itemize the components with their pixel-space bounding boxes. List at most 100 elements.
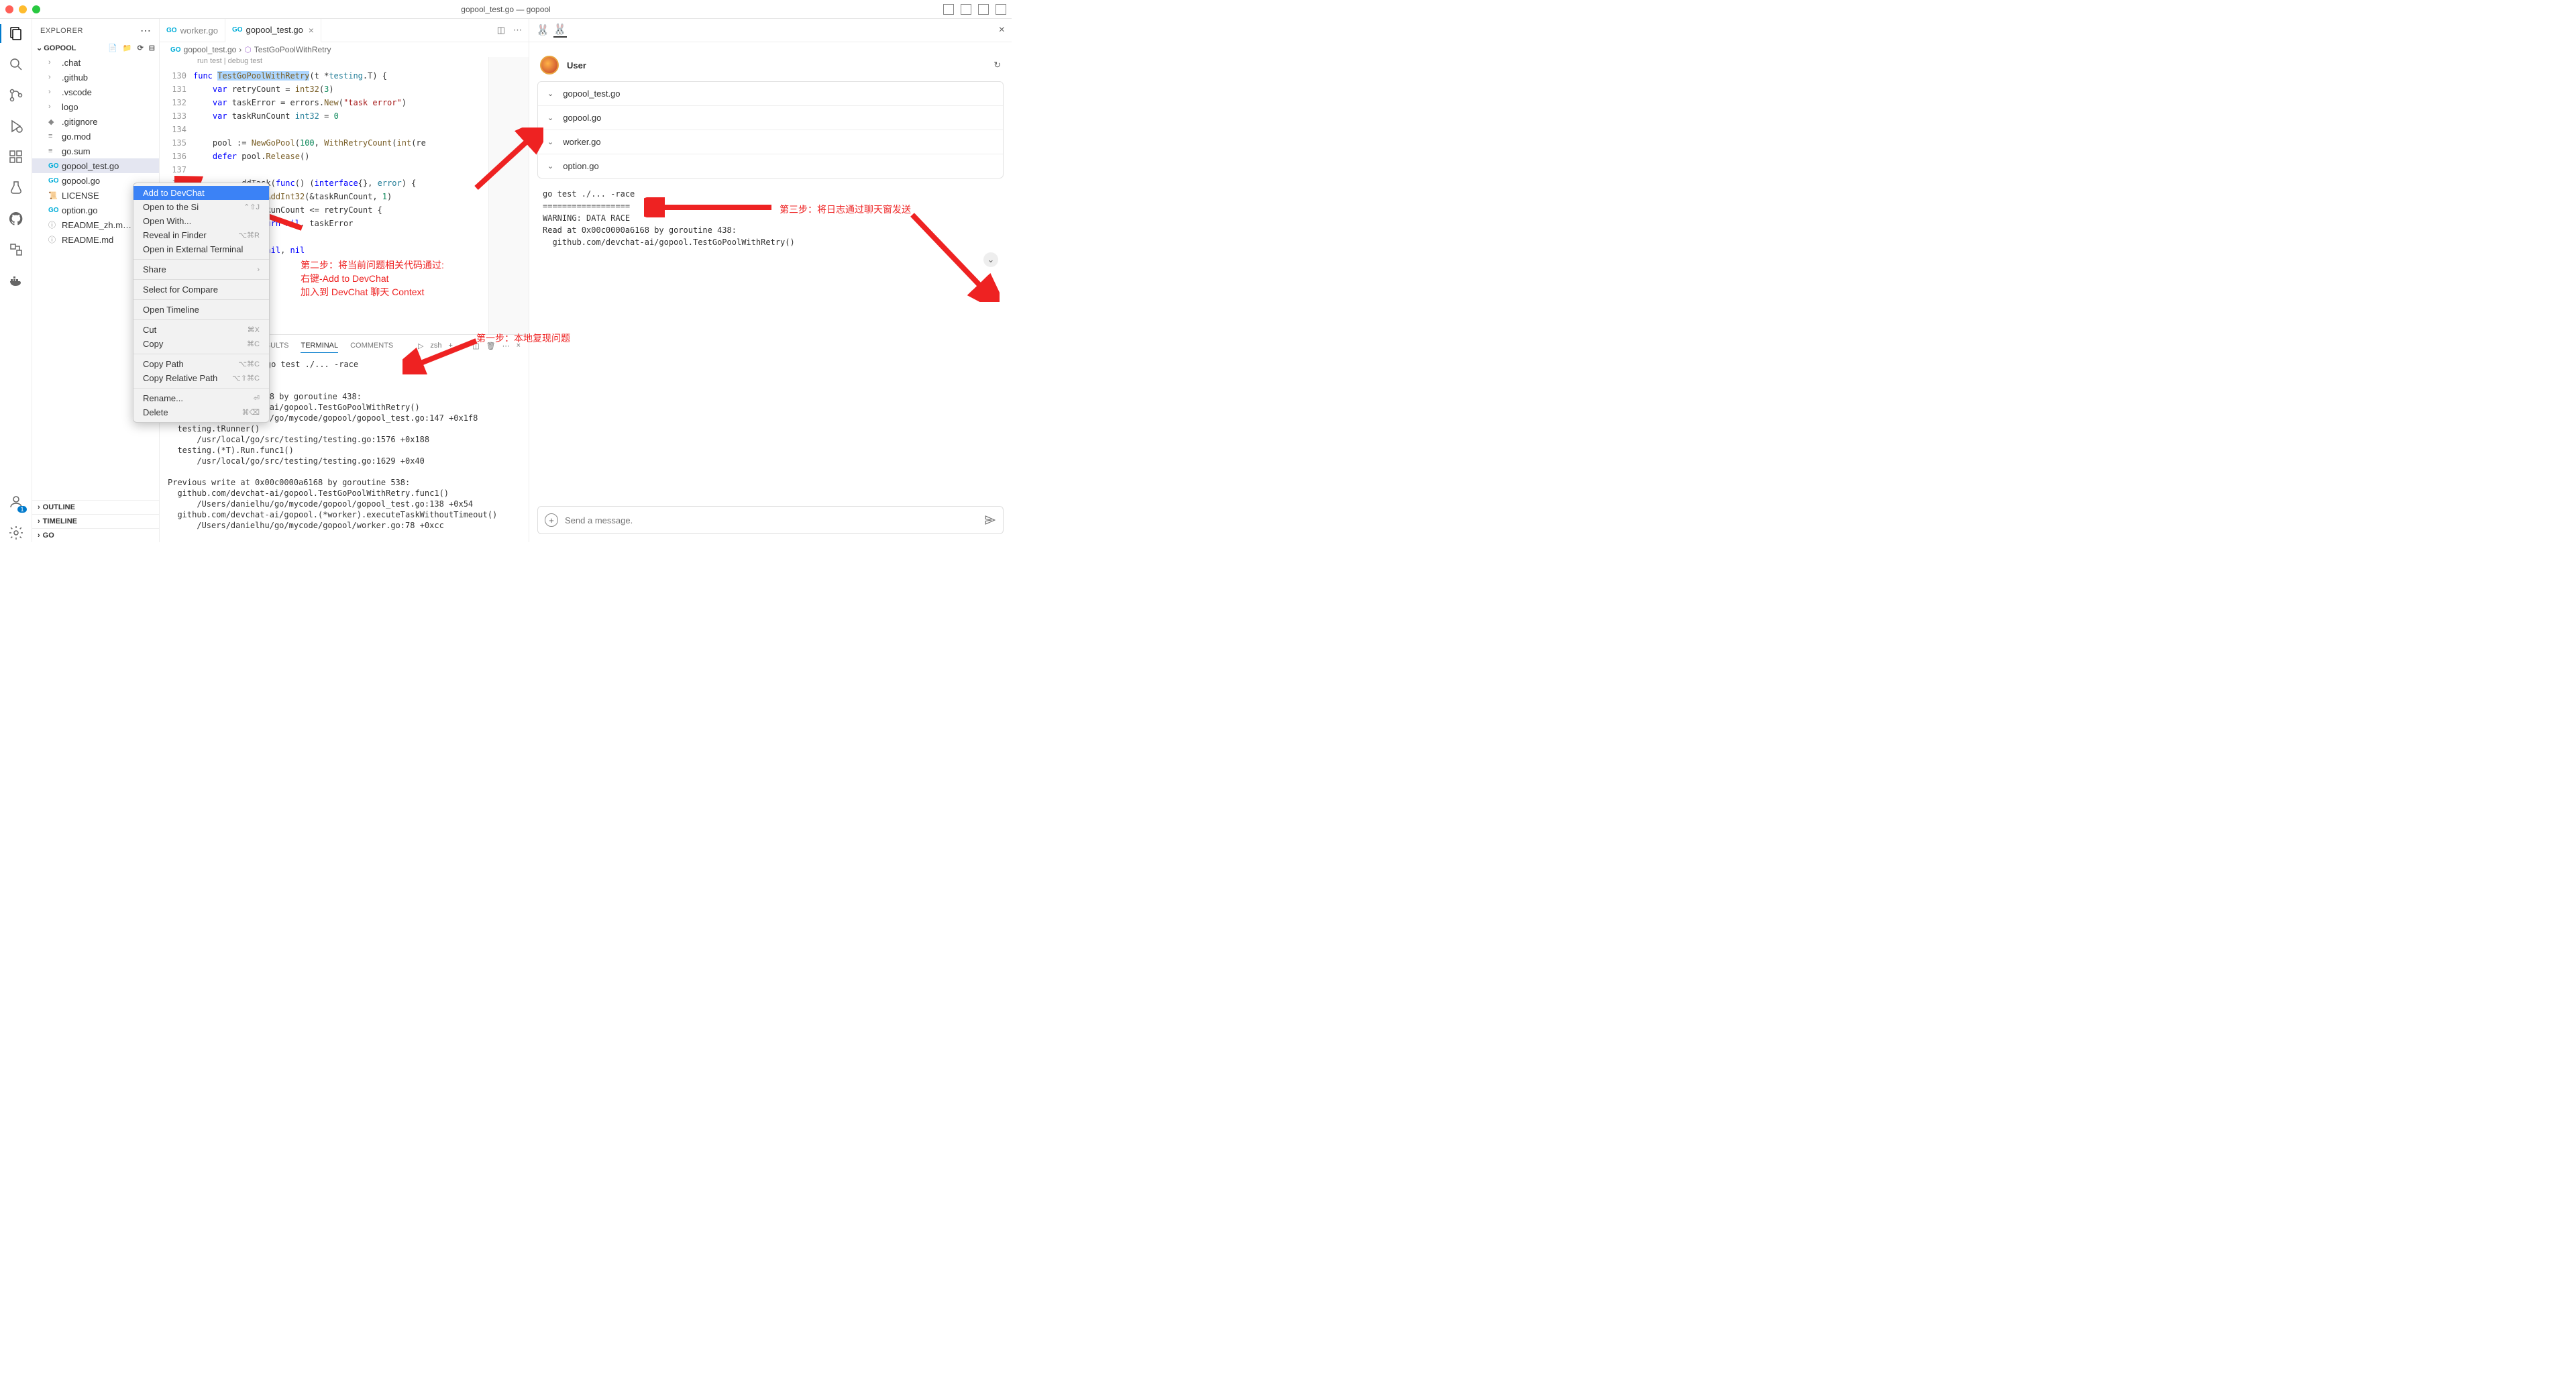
chat-panel: 🐰 🐰 × User ↻ ⌄gopool_test.go⌄gopool.go⌄w… [529,19,1012,542]
send-icon[interactable] [984,514,996,526]
tree-item[interactable]: ≡go.sum [32,144,159,158]
go-icon: GO [232,26,243,34]
tree-item[interactable]: ◆.gitignore [32,114,159,129]
context-file-item[interactable]: ⌄worker.go [538,130,1003,154]
traffic-lights [5,5,40,13]
terminal-split-icon[interactable]: ◫ [472,342,479,350]
context-menu-item[interactable]: Delete⌘⌫ [133,405,269,419]
titlebar: gopool_test.go — gopool [0,0,1012,19]
activity-remote-icon[interactable] [7,240,25,259]
chevron-down-icon: ⌄ [36,44,42,52]
context-menu-item[interactable]: Open Timeline [133,303,269,317]
outline-section[interactable]: ›OUTLINE [32,500,159,514]
tree-item[interactable]: ›logo [32,99,159,114]
context-menu-item[interactable]: Copy Path⌥⌘C [133,357,269,371]
tab-close-icon[interactable]: × [309,25,314,36]
chat-input-field[interactable] [565,515,984,525]
chat-header: 🐰 🐰 × [529,19,1012,42]
editor-more-icon[interactable]: ⋯ [513,25,522,36]
terminal-kill-icon[interactable]: 🗑 [486,342,496,350]
context-menu-item[interactable]: Select for Compare [133,283,269,297]
add-context-icon[interactable]: + [545,513,558,527]
minimap[interactable] [488,57,529,334]
folder-root-header[interactable]: ⌄ GOPOOL 📄 📁 ⟳ ⊟ [32,42,159,54]
context-menu-item[interactable]: Copy Relative Path⌥⇧⌘C [133,371,269,385]
explorer-more-icon[interactable]: ⋯ [140,24,151,38]
new-file-icon[interactable]: 📄 [108,44,117,52]
window-minimize-button[interactable] [19,5,27,13]
layout-custom-icon[interactable] [996,4,1006,15]
breadcrumb[interactable]: GO gopool_test.go › ⬡ TestGoPoolWithRetr… [160,42,529,57]
terminal-shell-label[interactable]: zsh [430,342,441,350]
collapse-icon[interactable]: ⊟ [149,44,155,52]
panel-tab-comments[interactable]: COMMENTS [350,339,393,352]
panel-tab-terminal[interactable]: TERMINAL [301,339,338,353]
chat-input[interactable]: + [537,506,1004,534]
go-icon: GO [166,27,177,34]
layout-left-icon[interactable] [943,4,954,15]
panel-more-icon[interactable]: ⋯ [502,342,510,350]
devchat-logo-icon: 🐰 [553,23,567,38]
tab-worker-go[interactable]: GOworker.go [160,19,225,42]
context-file-item[interactable]: ⌄option.go [538,154,1003,178]
activity-docker-icon[interactable] [7,271,25,290]
context-menu-item[interactable]: Share› [133,262,269,276]
tab-gopool-test-go[interactable]: GOgopool_test.go× [225,19,321,42]
chat-log: go test ./... -race ================== W… [529,185,1012,251]
context-file-item[interactable]: ⌄gopool_test.go [538,82,1003,106]
activity-search-icon[interactable] [7,55,25,74]
context-menu-item[interactable]: Rename...⏎ [133,391,269,405]
terminal-profile-icon[interactable]: ▷ [418,342,423,350]
layout-right-icon[interactable] [978,4,989,15]
window-close-button[interactable] [5,5,13,13]
folder-root-name: GOPOOL [44,44,76,52]
terminal-dropdown-icon[interactable]: ⌄ [460,342,466,350]
activity-settings-icon[interactable] [7,523,25,542]
context-file-list: ⌄gopool_test.go⌄gopool.go⌄worker.go⌄opti… [537,81,1004,178]
editor-tabs: GOworker.go GOgopool_test.go× ◫ ⋯ [160,19,529,42]
context-menu-item[interactable]: Cut⌘X [133,323,269,337]
context-menu-item[interactable]: Open With... [133,214,269,228]
terminal-new-icon[interactable]: + [449,342,453,350]
context-menu-item[interactable]: Copy⌘C [133,337,269,351]
activity-github-icon[interactable] [7,209,25,228]
user-avatar [540,56,559,74]
context-menu: Add to DevChatOpen to the Si⌃⇧JOpen With… [133,183,270,423]
tree-item[interactable]: ›.vscode [32,85,159,99]
chat-user-row: User ↻ [529,42,1012,81]
go-section[interactable]: ›GO [32,528,159,542]
activity-source-control-icon[interactable] [7,86,25,105]
activity-extensions-icon[interactable] [7,148,25,166]
window-title: gopool_test.go — gopool [461,5,550,14]
symbol-icon: ⬡ [244,45,251,54]
explorer-title: EXPLORER [40,27,140,35]
tree-item[interactable]: ≡go.mod [32,129,159,144]
context-menu-item[interactable]: Reveal in Finder⌥⌘R [133,228,269,242]
refresh-icon[interactable]: ⟳ [138,44,144,52]
context-menu-item[interactable]: Open to the Si⌃⇧J [133,200,269,214]
activity-testing-icon[interactable] [7,178,25,197]
regenerate-icon[interactable]: ↻ [994,60,1001,70]
activity-bar: 1 [0,19,32,542]
tree-item[interactable]: ›.chat [32,55,159,70]
context-menu-item[interactable]: Add to DevChat [133,186,269,200]
activity-accounts-icon[interactable]: 1 [7,493,25,511]
window-maximize-button[interactable] [32,5,40,13]
tree-item[interactable]: ›.github [32,70,159,85]
new-folder-icon[interactable]: 📁 [123,44,132,52]
activity-run-debug-icon[interactable] [7,117,25,136]
activity-explorer-icon[interactable] [7,24,25,43]
devchat-logo-icon: 🐰 [536,23,549,37]
tree-item[interactable]: GOgopool_test.go [32,158,159,173]
panel-close-icon[interactable]: × [517,342,521,350]
scroll-down-icon[interactable]: ⌄ [983,252,998,267]
explorer-header: EXPLORER ⋯ [32,19,159,42]
context-menu-item[interactable]: Open in External Terminal [133,242,269,256]
context-file-item[interactable]: ⌄gopool.go [538,106,1003,130]
timeline-section[interactable]: ›TIMELINE [32,514,159,528]
layout-bottom-icon[interactable] [961,4,971,15]
codelens[interactable]: run test | debug test [193,57,488,69]
split-editor-icon[interactable]: ◫ [497,25,505,36]
user-label: User [567,60,586,70]
chat-close-icon[interactable]: × [999,24,1005,36]
